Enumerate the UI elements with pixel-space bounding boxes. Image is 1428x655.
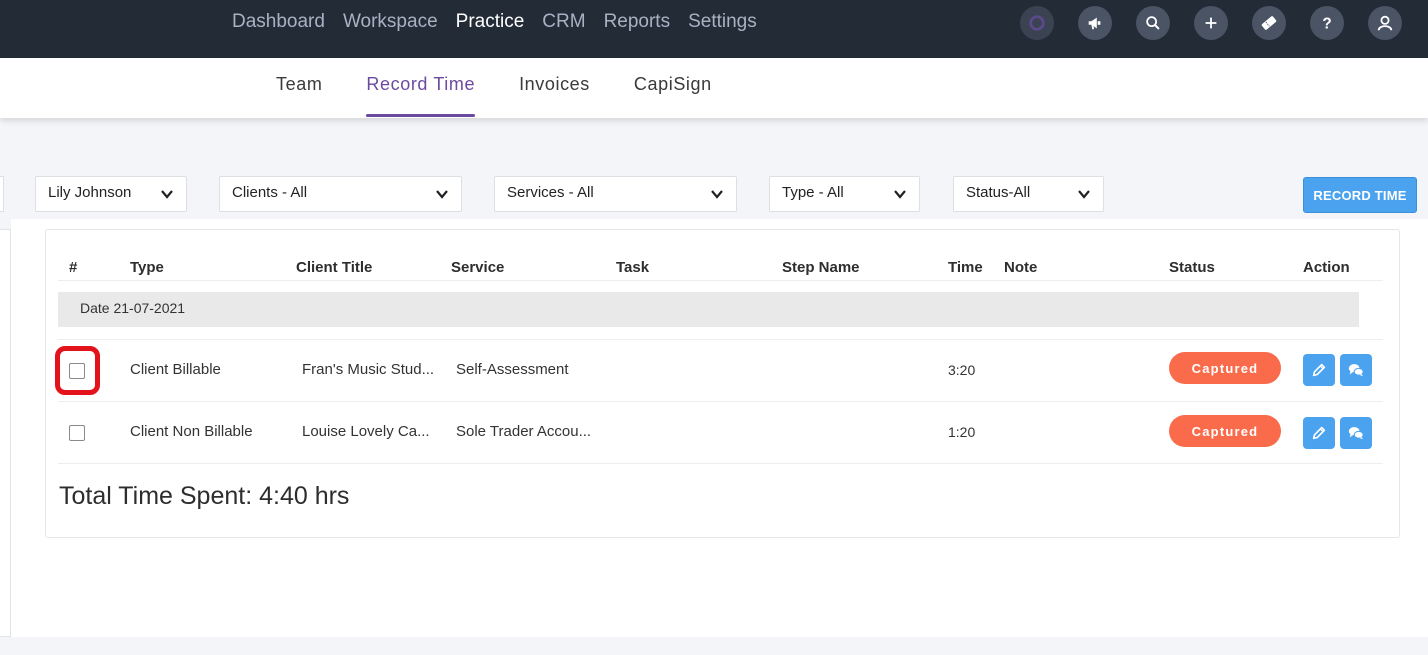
sub-navbar: Team Record Time Invoices CapiSign: [0, 58, 1428, 118]
checkbox-highlight-annotation: [55, 346, 100, 395]
comment-button[interactable]: [1340, 417, 1372, 449]
row-checkbox[interactable]: [69, 425, 85, 441]
row-type: Client Billable: [130, 361, 221, 378]
user-filter-value: Lily Johnson: [48, 184, 132, 201]
main-nav: Dashboard Workspace Practice CRM Reports…: [232, 10, 775, 34]
status-badge: Captured: [1169, 415, 1281, 447]
ticket-icon[interactable]: [1252, 6, 1286, 40]
edit-button[interactable]: [1303, 354, 1335, 386]
chevron-down-icon: [1078, 190, 1090, 199]
nav-workspace[interactable]: Workspace: [343, 10, 438, 34]
search-icon[interactable]: [1136, 6, 1170, 40]
col-header-task[interactable]: Task: [616, 259, 649, 276]
edit-button[interactable]: [1303, 417, 1335, 449]
total-time-spent: Total Time Spent: 4:40 hrs: [59, 482, 350, 510]
type-filter-select[interactable]: Type - All: [769, 176, 920, 212]
col-header-time[interactable]: Time: [948, 259, 983, 276]
row-client-title[interactable]: Louise Lovely Ca...: [302, 423, 430, 440]
brand-logo-icon[interactable]: [1020, 6, 1054, 40]
col-header-service[interactable]: Service: [451, 259, 504, 276]
row-client-title[interactable]: Fran's Music Stud...: [302, 361, 434, 378]
svg-text:?: ?: [1322, 15, 1331, 32]
plus-icon[interactable]: [1194, 6, 1228, 40]
tab-invoices[interactable]: Invoices: [519, 74, 590, 117]
col-header-action: Action: [1303, 259, 1350, 276]
header-divider: [58, 280, 1383, 281]
tab-team[interactable]: Team: [276, 74, 322, 117]
comments-icon: [1348, 427, 1364, 440]
row-divider: [58, 463, 1383, 464]
row-service: Self-Assessment: [456, 361, 569, 378]
col-header-note[interactable]: Note: [1004, 259, 1037, 276]
status-filter-select[interactable]: Status-All: [953, 176, 1104, 212]
col-header-status[interactable]: Status: [1169, 259, 1215, 276]
row-divider: [58, 339, 1383, 340]
comment-button[interactable]: [1340, 354, 1372, 386]
top-navbar: Dashboard Workspace Practice CRM Reports…: [0, 0, 1428, 58]
sub-nav: Team Record Time Invoices CapiSign: [276, 74, 756, 117]
filter-stub: [0, 176, 4, 212]
row-time: 1:20: [948, 424, 976, 440]
chevron-down-icon: [436, 190, 448, 199]
nav-dashboard[interactable]: Dashboard: [232, 10, 325, 34]
nav-practice[interactable]: Practice: [456, 10, 525, 34]
type-filter-value: Type - All: [782, 184, 844, 201]
col-header-client-title[interactable]: Client Title: [296, 259, 372, 276]
status-badge: Captured: [1169, 352, 1281, 384]
chevron-down-icon: [711, 190, 723, 199]
row-time: 3:20: [948, 362, 976, 378]
top-icon-bar: ?: [1020, 6, 1426, 40]
pencil-icon: [1312, 426, 1326, 440]
tab-capisign[interactable]: CapiSign: [634, 74, 712, 117]
date-group-row: Date 21-07-2021: [58, 292, 1359, 327]
record-time-button[interactable]: RECORD TIME: [1303, 177, 1417, 213]
clients-filter-value: Clients - All: [232, 184, 308, 201]
col-header-step-name[interactable]: Step Name: [782, 259, 860, 276]
services-filter-value: Services - All: [507, 184, 594, 201]
clients-filter-select[interactable]: Clients - All: [219, 176, 462, 212]
user-filter-select[interactable]: Lily Johnson: [35, 176, 187, 212]
comments-icon: [1348, 364, 1364, 377]
nav-crm[interactable]: CRM: [542, 10, 585, 34]
nav-settings[interactable]: Settings: [688, 10, 757, 34]
col-header-type[interactable]: Type: [130, 259, 164, 276]
status-filter-value: Status-All: [966, 184, 1031, 201]
chevron-down-icon: [894, 190, 906, 199]
row-divider: [58, 401, 1383, 402]
tab-record-time[interactable]: Record Time: [366, 74, 475, 117]
help-icon[interactable]: ?: [1310, 6, 1344, 40]
pencil-icon: [1312, 363, 1326, 377]
chevron-down-icon: [161, 190, 173, 199]
row-service: Sole Trader Accou...: [456, 423, 592, 440]
row-type: Client Non Billable: [130, 423, 253, 440]
date-group-label: Date 21-07-2021: [80, 300, 186, 316]
megaphone-icon[interactable]: [1078, 6, 1112, 40]
col-header-number: #: [69, 259, 78, 276]
nav-reports[interactable]: Reports: [604, 10, 671, 34]
side-panel: [0, 229, 11, 637]
services-filter-select[interactable]: Services - All: [494, 176, 737, 212]
user-icon[interactable]: [1368, 6, 1402, 40]
